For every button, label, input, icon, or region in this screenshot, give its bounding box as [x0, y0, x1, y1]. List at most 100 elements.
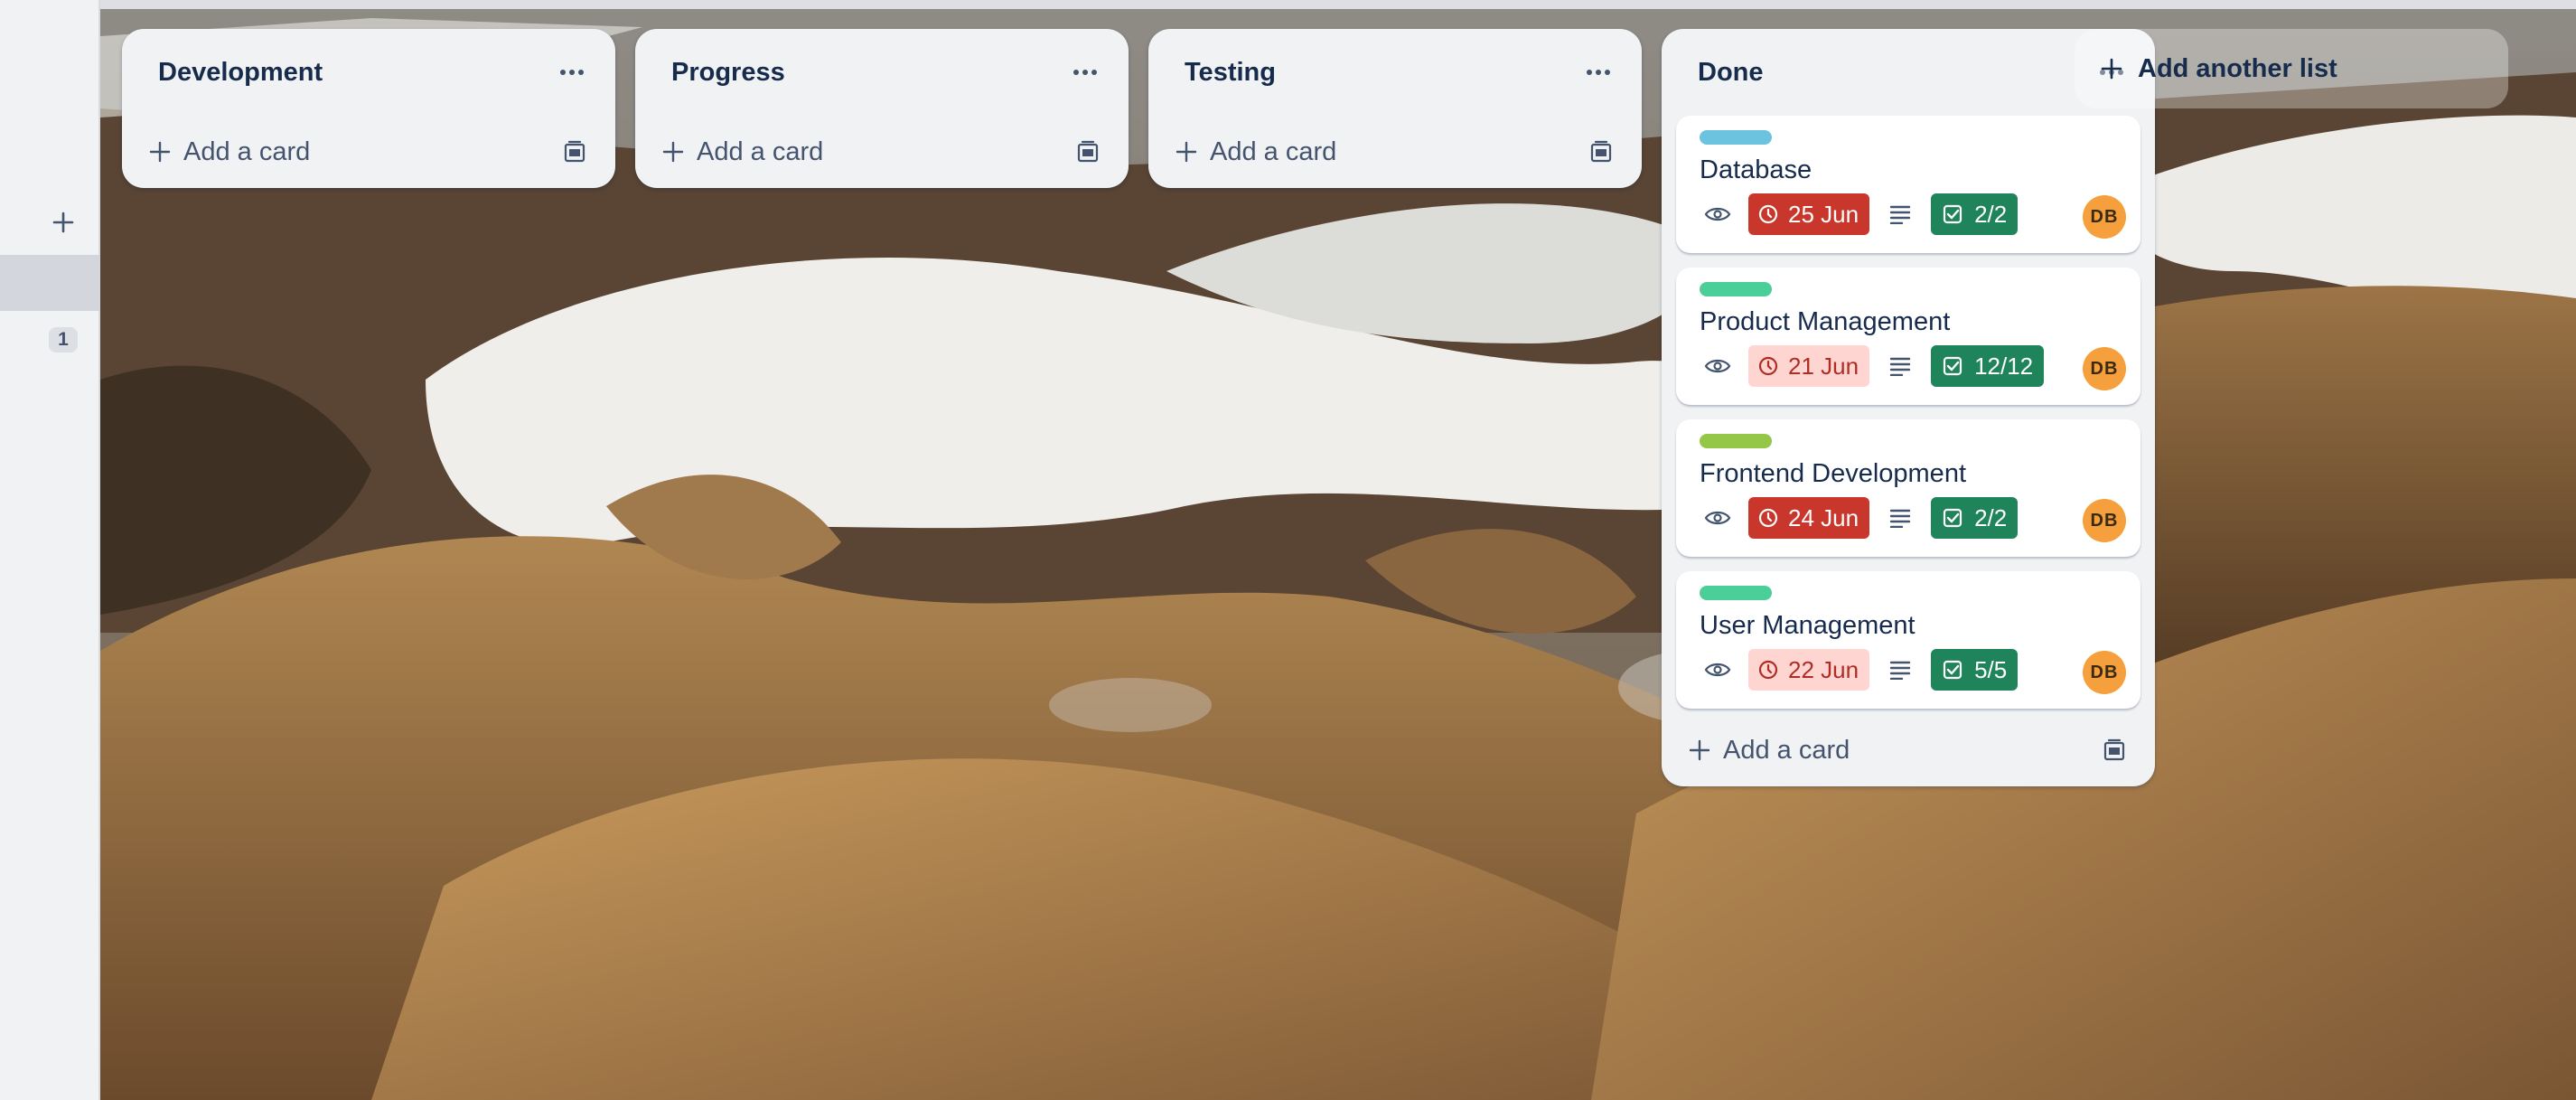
- checklist-badge: 2/2: [1931, 193, 2019, 235]
- description-icon: [1889, 661, 1911, 680]
- add-card-button[interactable]: Add a card: [149, 137, 310, 167]
- add-card-button[interactable]: Add a card: [1689, 736, 1850, 766]
- add-card-label: Add a card: [183, 136, 311, 166]
- watching-badge: [1700, 500, 1736, 536]
- description-badge: [1882, 652, 1918, 688]
- member-avatar[interactable]: DB: [2083, 651, 2126, 694]
- member-avatar[interactable]: DB: [2083, 499, 2126, 542]
- due-date-badge[interactable]: 21 Jun: [1748, 345, 1870, 387]
- add-another-list-label: Add another list: [2138, 53, 2337, 83]
- more-icon: [1587, 70, 1610, 75]
- list-footer: Add a card: [1148, 116, 1642, 188]
- create-from-template-button[interactable]: [1586, 136, 1616, 167]
- checklist-count: 12/12: [1974, 352, 2034, 380]
- card-title: User Management: [1700, 611, 1916, 640]
- member-avatar[interactable]: DB: [2083, 347, 2126, 390]
- due-date-text: 22 Jun: [1788, 655, 1859, 683]
- due-date-badge[interactable]: 24 Jun: [1748, 497, 1870, 539]
- add-card-button[interactable]: Add a card: [1176, 137, 1336, 167]
- list-header: Progress: [635, 29, 1129, 116]
- list-title[interactable]: Testing: [1185, 58, 1276, 88]
- description-icon: [1889, 357, 1911, 376]
- card[interactable]: Frontend Development 24 Jun 2/2 DB: [1676, 419, 2140, 557]
- eye-icon: [1704, 207, 1731, 221]
- list-testing: Testing Add a card: [1148, 29, 1642, 188]
- clock-icon: [1758, 356, 1778, 376]
- eye-icon: [1704, 359, 1731, 373]
- more-icon: [560, 70, 584, 75]
- card-label[interactable]: [1700, 130, 1772, 145]
- checklist-icon: [1943, 508, 1962, 528]
- sidebar: 1: [0, 0, 100, 1100]
- watching-badge: [1700, 348, 1736, 384]
- template-icon: [1590, 140, 1612, 163]
- card-label[interactable]: [1700, 586, 1772, 600]
- add-card-label: Add a card: [697, 136, 824, 166]
- add-card-label: Add a card: [1723, 735, 1850, 765]
- due-date-badge[interactable]: 25 Jun: [1748, 193, 1870, 235]
- top-strip: [100, 0, 2576, 9]
- watching-badge: [1700, 652, 1736, 688]
- card-label[interactable]: [1700, 282, 1772, 296]
- list-title[interactable]: Progress: [671, 58, 785, 88]
- card-title: Product Management: [1700, 307, 1951, 336]
- description-badge: [1882, 196, 1918, 232]
- sidebar-count-badge: 1: [49, 327, 78, 353]
- list-menu-button[interactable]: [1067, 54, 1103, 90]
- list-development: Development Add a card: [122, 29, 615, 188]
- due-date-badge[interactable]: 22 Jun: [1748, 649, 1870, 691]
- card[interactable]: Database 25 Jun 2/2 DB: [1676, 116, 2140, 253]
- add-card-label: Add a card: [1210, 136, 1337, 166]
- checklist-badge: 2/2: [1931, 497, 2019, 539]
- card-title: Frontend Development: [1700, 459, 1966, 488]
- template-icon: [564, 140, 585, 163]
- sidebar-add-button[interactable]: [49, 208, 78, 237]
- checklist-icon: [1943, 660, 1962, 680]
- app: 1 Development Add a card Progress Add a …: [0, 0, 2576, 1100]
- list-title[interactable]: Done: [1698, 58, 1764, 88]
- card-badges: 24 Jun 2/2: [1700, 497, 2019, 539]
- card[interactable]: Product Management 21 Jun 12/12 DB: [1676, 268, 2140, 405]
- card-badges: 22 Jun 5/5: [1700, 649, 2019, 691]
- description-icon: [1889, 205, 1911, 224]
- list-footer: Add a card: [122, 116, 615, 188]
- card-badges: 21 Jun 12/12: [1700, 345, 2045, 387]
- checklist-badge: 12/12: [1931, 345, 2045, 387]
- card[interactable]: User Management 22 Jun 5/5 DB: [1676, 571, 2140, 709]
- list-title[interactable]: Development: [158, 58, 323, 88]
- create-from-template-button[interactable]: [559, 136, 590, 167]
- clock-icon: [1758, 660, 1778, 680]
- list-header: Testing: [1148, 29, 1642, 116]
- template-icon: [2103, 738, 2125, 761]
- card-label[interactable]: [1700, 434, 1772, 448]
- sidebar-active-item[interactable]: [0, 255, 100, 311]
- member-avatar[interactable]: DB: [2083, 195, 2126, 239]
- list-done: Done Database 25 Jun 2/2 DB Product Mana…: [1662, 29, 2155, 786]
- plus-icon: [662, 141, 684, 163]
- due-date-text: 24 Jun: [1788, 503, 1859, 531]
- template-icon: [1077, 140, 1099, 163]
- card-title: Database: [1700, 155, 1813, 184]
- checklist-count: 2/2: [1974, 200, 2008, 228]
- more-icon: [1073, 70, 1097, 75]
- checklist-count: 5/5: [1974, 655, 2008, 683]
- checklist-badge: 5/5: [1931, 649, 2019, 691]
- checklist-count: 2/2: [1974, 503, 2008, 531]
- list-menu-button[interactable]: [554, 54, 590, 90]
- checklist-icon: [1943, 204, 1962, 224]
- plus-icon: [149, 141, 171, 163]
- add-another-list-button[interactable]: Add another list: [2075, 29, 2508, 108]
- list-menu-button[interactable]: [1580, 54, 1616, 90]
- card-list: Database 25 Jun 2/2 DB Product Managemen…: [1662, 116, 2155, 709]
- create-from-template-button[interactable]: [1073, 136, 1103, 167]
- list-progress: Progress Add a card: [635, 29, 1129, 188]
- eye-icon: [1704, 663, 1731, 677]
- checklist-icon: [1943, 356, 1962, 376]
- add-card-button[interactable]: Add a card: [662, 137, 823, 167]
- create-from-template-button[interactable]: [2099, 735, 2130, 766]
- list-header: Development: [122, 29, 615, 116]
- clock-icon: [1758, 508, 1778, 528]
- description-badge: [1882, 348, 1918, 384]
- due-date-text: 21 Jun: [1788, 352, 1859, 380]
- card-badges: 25 Jun 2/2: [1700, 193, 2019, 235]
